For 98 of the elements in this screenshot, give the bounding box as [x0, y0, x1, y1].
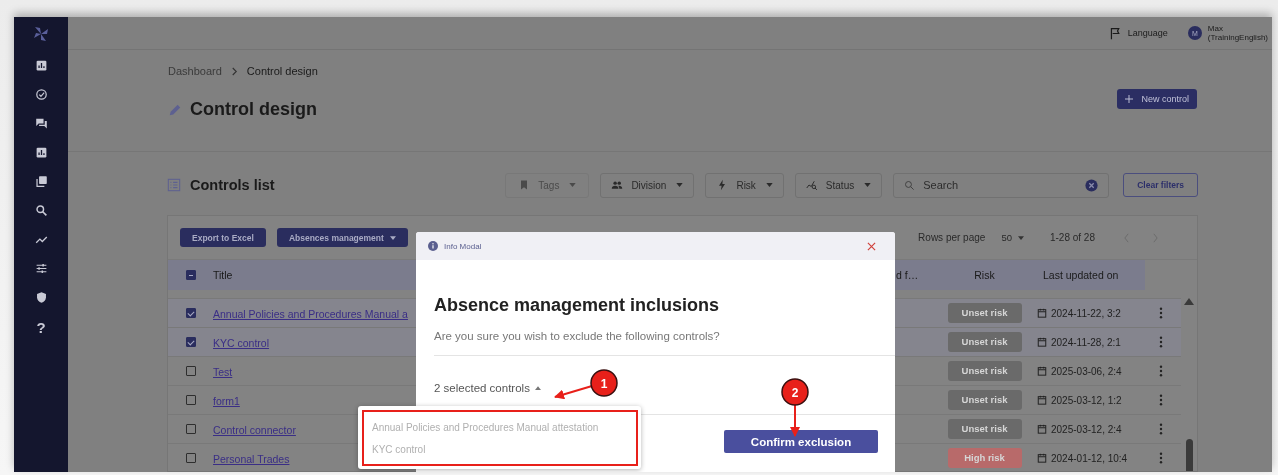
calendar-icon [1037, 395, 1047, 405]
more-icon[interactable] [1159, 365, 1163, 377]
risk-badge: Unset risk [947, 303, 1022, 323]
page-title: Control design [190, 99, 318, 120]
arrow [554, 385, 593, 400]
pencil-icon [168, 102, 182, 117]
control-link[interactable]: Test [213, 366, 233, 378]
new-control-button[interactable]: New control [1117, 88, 1197, 109]
dropdown-item[interactable]: Annual Policies and Procedures Manual attestation [372, 421, 628, 433]
caret-icon [534, 386, 541, 390]
clear-filters-button[interactable]: Clear filters [1123, 173, 1198, 197]
more-icon[interactable] [1159, 452, 1163, 464]
filter-dropdown[interactable]: Status [794, 172, 883, 198]
close-icon[interactable] [867, 241, 876, 251]
shield-icon[interactable] [34, 291, 48, 304]
filter-dropdown[interactable]: Division [600, 172, 695, 198]
caret-icon [1017, 235, 1024, 240]
modal-message: Are you sure you wish to exclude the following controls? [434, 330, 895, 356]
column-header[interactable]: Risk [938, 260, 1031, 290]
filter-dropdown[interactable]: Risk [705, 172, 784, 198]
user-name: Max (TrainingEnglish) [1207, 24, 1268, 42]
updated-date: 2024-01-12, 10:4 [1051, 452, 1128, 464]
calendar-icon [1037, 453, 1047, 463]
control-link[interactable]: Personal Trades [213, 453, 290, 465]
row-checkbox[interactable] [185, 453, 196, 463]
risk-badge: High risk [947, 448, 1022, 468]
row-checkbox[interactable] [185, 424, 196, 434]
more-icon[interactable] [1159, 336, 1163, 348]
modal-label: Info Modal [444, 241, 483, 251]
copy-icon[interactable] [34, 175, 48, 188]
calendar-icon [1037, 308, 1047, 318]
search-input[interactable]: Search [921, 178, 1080, 192]
search-field[interactable]: Search [893, 172, 1110, 198]
caret-icon [864, 183, 872, 187]
dropdown-item[interactable]: KYC control [372, 443, 628, 455]
rows-per-page-label: Rows per page [918, 232, 986, 243]
control-link[interactable]: form1 [213, 395, 240, 407]
risk-badge: Unset risk [947, 361, 1022, 381]
chart-icon[interactable] [34, 146, 48, 159]
updated-date: 2025-03-06, 2:4 [1051, 365, 1122, 377]
control-link[interactable]: Control connector [213, 424, 296, 436]
caret-icon [676, 183, 684, 187]
page-size-dropdown[interactable]: 50 [995, 231, 1030, 244]
clear-icon[interactable] [1085, 178, 1099, 192]
calendar-icon [1037, 366, 1047, 376]
absences-dropdown[interactable]: Absences management [276, 228, 408, 247]
language-link[interactable]: Language [1127, 28, 1168, 38]
updated-date: 2024-11-22, 3:2 [1051, 307, 1121, 319]
calendar-icon [1037, 424, 1047, 434]
row-checkbox[interactable] [185, 395, 196, 405]
people-icon [611, 179, 624, 191]
risk-badge: Unset risk [947, 332, 1022, 352]
risk-badge: Unset risk [947, 419, 1022, 439]
column-header[interactable]: d f… [896, 260, 938, 290]
sliders-icon[interactable] [34, 262, 48, 275]
scroll-up-icon[interactable] [1184, 298, 1194, 305]
header-checkbox[interactable] [185, 270, 196, 280]
caret-icon [389, 235, 396, 240]
updated-date: 2025-03-12, 2:4 [1051, 423, 1122, 435]
selected-controls-toggle[interactable]: 2 selected controls [434, 382, 541, 394]
list-icon [167, 178, 181, 192]
calendar-icon [1037, 337, 1047, 347]
check-circle-icon[interactable] [34, 88, 48, 101]
control-link[interactable]: Annual Policies and Procedures Manual a [213, 308, 408, 320]
chat-icon[interactable] [34, 117, 48, 130]
row-checkbox[interactable] [185, 308, 196, 318]
more-icon[interactable] [1159, 307, 1163, 319]
updated-date: 2025-03-12, 1:2 [1051, 394, 1122, 406]
arrow [790, 404, 800, 437]
updated-date: 2024-11-28, 2:1 [1051, 336, 1121, 348]
column-header[interactable]: Last updated on [1031, 260, 1145, 290]
export-button[interactable]: Export to Excel [180, 228, 266, 247]
row-checkbox[interactable] [185, 366, 196, 376]
more-icon[interactable] [1159, 394, 1163, 406]
info-icon [428, 241, 438, 251]
confirm-exclusion-button[interactable]: Confirm exclusion [724, 430, 878, 453]
step-badge: 1 [590, 369, 618, 397]
modal-title: Absence management inclusions [434, 295, 721, 316]
row-checkbox[interactable] [185, 337, 196, 347]
search-icon[interactable] [34, 204, 48, 217]
control-link[interactable]: KYC control [213, 337, 270, 349]
caret-icon [569, 183, 577, 187]
plus-icon [1125, 94, 1134, 103]
chart-search-icon [805, 179, 818, 191]
scrollbar-thumb[interactable] [1186, 439, 1193, 471]
page-range: 1-28 of 28 [1049, 232, 1095, 243]
more-icon[interactable] [1159, 423, 1163, 435]
search-icon [904, 179, 916, 191]
chevron-right-icon [230, 66, 238, 76]
section-title: Controls list [190, 177, 276, 193]
help-icon[interactable]: ? [36, 320, 46, 335]
logo-icon [31, 24, 51, 44]
step-badge: 2 [781, 378, 809, 406]
breadcrumb-link[interactable]: Dashboard [168, 65, 222, 77]
risk-badge: Unset risk [947, 390, 1022, 410]
flag-icon[interactable] [1108, 26, 1122, 40]
caret-icon [765, 183, 773, 187]
chart-icon[interactable] [34, 59, 48, 72]
